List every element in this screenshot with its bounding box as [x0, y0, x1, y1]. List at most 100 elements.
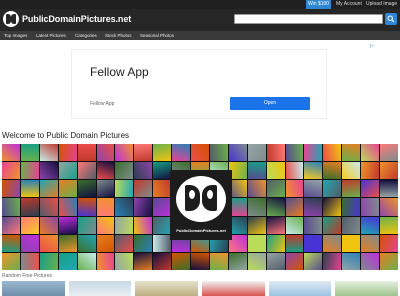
mosaic-tile[interactable] [209, 144, 228, 162]
mosaic-tile[interactable] [304, 234, 323, 252]
mosaic-tile[interactable] [134, 252, 153, 270]
mosaic-tile[interactable] [247, 180, 266, 198]
mosaic-tile[interactable] [247, 162, 266, 180]
mosaic-tile[interactable] [20, 144, 39, 162]
nav-seasonal-photos[interactable]: Seasonal Photos [140, 31, 174, 40]
mosaic-tile[interactable] [2, 252, 20, 270]
site-logo-icon[interactable] [3, 11, 19, 27]
mosaic-tile[interactable] [96, 180, 115, 198]
mosaic-tile[interactable] [285, 180, 304, 198]
mosaic-tile[interactable] [285, 216, 304, 234]
mosaic-tile[interactable] [134, 180, 153, 198]
mosaic-tile[interactable] [191, 252, 209, 270]
mosaic-tile[interactable] [323, 198, 342, 216]
mosaic-tile[interactable] [58, 216, 77, 234]
thumbnail[interactable] [135, 281, 199, 296]
mosaic-tile[interactable] [39, 180, 58, 198]
search-input[interactable] [234, 14, 383, 24]
mosaic-tile[interactable] [115, 144, 134, 162]
thumbnail[interactable] [268, 281, 332, 296]
mosaic-tile[interactable] [77, 162, 96, 180]
mosaic-tile[interactable] [380, 180, 398, 198]
mosaic-tile[interactable] [20, 216, 39, 234]
mosaic-tile[interactable] [134, 144, 153, 162]
thumbnail[interactable] [335, 281, 399, 296]
mosaic-tile[interactable] [323, 234, 342, 252]
mosaic-tile[interactable] [58, 180, 77, 198]
mosaic-tile[interactable] [304, 162, 323, 180]
nav-stock-photos[interactable]: Stock Photos [105, 31, 132, 40]
mosaic-tile[interactable] [361, 234, 380, 252]
upload-image-link[interactable]: Upload Image [366, 0, 397, 9]
mosaic-tile[interactable] [153, 234, 172, 252]
mosaic-tile[interactable] [153, 216, 172, 234]
mosaic-tile[interactable] [247, 252, 266, 270]
mosaic-tile[interactable] [247, 216, 266, 234]
mosaic-tile[interactable] [323, 144, 342, 162]
mosaic-tile[interactable] [304, 180, 323, 198]
mosaic-tile[interactable] [342, 162, 361, 180]
mosaic-tile[interactable] [323, 180, 342, 198]
mosaic-tile[interactable] [58, 198, 77, 216]
mosaic-tile[interactable] [39, 234, 58, 252]
mosaic-tile[interactable] [191, 144, 209, 162]
mosaic-tile[interactable] [323, 252, 342, 270]
mosaic-tile[interactable] [285, 198, 304, 216]
mosaic-tile[interactable] [115, 180, 134, 198]
mosaic-tile[interactable] [342, 252, 361, 270]
mosaic-tile[interactable] [361, 162, 380, 180]
mosaic-tile[interactable] [39, 144, 58, 162]
mosaic-tile[interactable] [115, 162, 134, 180]
win-prize-button[interactable]: Win $100 [306, 0, 331, 9]
mosaic-tile[interactable] [58, 234, 77, 252]
mosaic-tile[interactable] [39, 198, 58, 216]
mosaic-tile[interactable] [172, 252, 191, 270]
mosaic-tile[interactable] [77, 252, 96, 270]
mosaic-tile[interactable] [266, 234, 285, 252]
advertisement-banner[interactable]: Fellow App Fellow App Open [72, 50, 326, 118]
mosaic-tile[interactable] [342, 144, 361, 162]
mosaic-tile[interactable] [77, 198, 96, 216]
mosaic-tile[interactable] [153, 162, 172, 180]
mosaic-tile[interactable] [380, 144, 398, 162]
mosaic-tile[interactable] [115, 198, 134, 216]
mosaic-tile[interactable] [266, 144, 285, 162]
mosaic-tile[interactable] [134, 234, 153, 252]
mosaic-tile[interactable] [58, 252, 77, 270]
mosaic-tile[interactable] [304, 144, 323, 162]
mosaic-tile[interactable] [96, 144, 115, 162]
mosaic-tile[interactable] [153, 144, 172, 162]
mosaic-tile[interactable] [96, 234, 115, 252]
mosaic-tile[interactable] [228, 144, 247, 162]
mosaic-tile[interactable] [266, 216, 285, 234]
mosaic-tile[interactable] [115, 234, 134, 252]
mosaic-tile[interactable] [361, 144, 380, 162]
mosaic-tile[interactable] [266, 162, 285, 180]
mosaic-tile[interactable] [209, 252, 228, 270]
mosaic-tile[interactable] [134, 216, 153, 234]
mosaic-tile[interactable] [380, 216, 398, 234]
mosaic-tile[interactable] [285, 144, 304, 162]
mosaic-tile[interactable] [96, 252, 115, 270]
mosaic-tile[interactable] [304, 216, 323, 234]
mosaic-tile[interactable] [39, 252, 58, 270]
thumbnail[interactable] [2, 281, 65, 296]
mosaic-tile[interactable] [380, 234, 398, 252]
mosaic-tile[interactable] [2, 234, 20, 252]
search-button[interactable] [385, 13, 397, 25]
mosaic-tile[interactable] [20, 252, 39, 270]
mosaic-tile[interactable] [342, 180, 361, 198]
mosaic-tile[interactable] [361, 198, 380, 216]
mosaic-tile[interactable] [247, 234, 266, 252]
my-account-link[interactable]: My Account [336, 0, 362, 9]
mosaic-tile[interactable] [20, 162, 39, 180]
mosaic-tile[interactable] [2, 144, 20, 162]
mosaic-tile[interactable] [134, 198, 153, 216]
mosaic-tile[interactable] [96, 198, 115, 216]
mosaic-tile[interactable] [153, 252, 172, 270]
ad-choices-icon[interactable]: ▷ [370, 43, 374, 49]
mosaic-tile[interactable] [342, 198, 361, 216]
mosaic-tile[interactable] [304, 198, 323, 216]
thumbnail[interactable] [202, 281, 265, 296]
nav-top-images[interactable]: Top Images [4, 31, 27, 40]
